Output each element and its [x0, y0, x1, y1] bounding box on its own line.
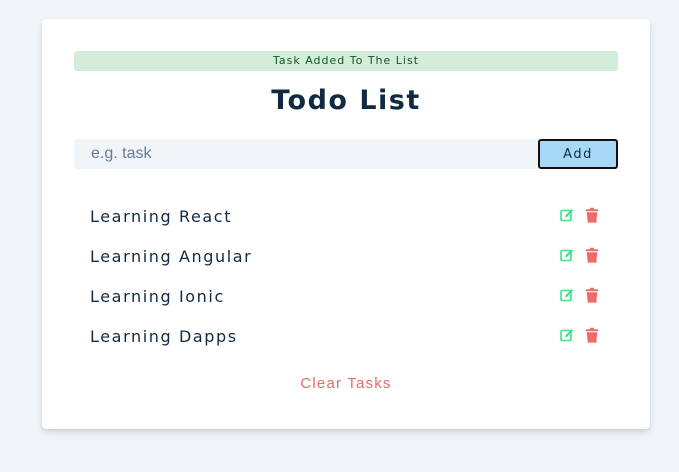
trash-icon[interactable] — [585, 327, 599, 343]
trash-icon[interactable] — [585, 207, 599, 223]
list-item: Learning Ionic — [90, 277, 602, 317]
task-title: Learning Ionic — [90, 287, 225, 306]
task-title: Learning Angular — [90, 247, 253, 266]
trash-icon[interactable] — [585, 287, 599, 303]
clear-tasks-button[interactable]: Clear Tasks — [42, 375, 650, 392]
list-item: Learning Dapps — [90, 317, 602, 357]
task-title: Learning Dapps — [90, 327, 238, 346]
list-item: Learning Angular — [90, 237, 602, 277]
todo-card: Task Added To The List Todo List Add Lea… — [42, 19, 650, 429]
add-button[interactable]: Add — [538, 139, 618, 169]
task-title: Learning React — [90, 207, 233, 226]
list-item: Learning React — [90, 197, 602, 237]
task-list: Learning React Learning Angular Learning… — [90, 197, 602, 357]
edit-icon[interactable] — [560, 327, 574, 343]
task-actions — [554, 327, 599, 345]
page-title: Todo List — [271, 85, 421, 116]
success-alert: Task Added To The List — [74, 51, 618, 71]
edit-icon[interactable] — [560, 287, 574, 303]
task-actions — [554, 207, 599, 225]
trash-icon[interactable] — [585, 247, 599, 263]
task-actions — [554, 287, 599, 305]
task-actions — [554, 247, 599, 265]
edit-icon[interactable] — [560, 247, 574, 263]
task-form: Add — [74, 139, 618, 169]
edit-icon[interactable] — [560, 207, 574, 223]
task-input[interactable] — [74, 139, 538, 169]
